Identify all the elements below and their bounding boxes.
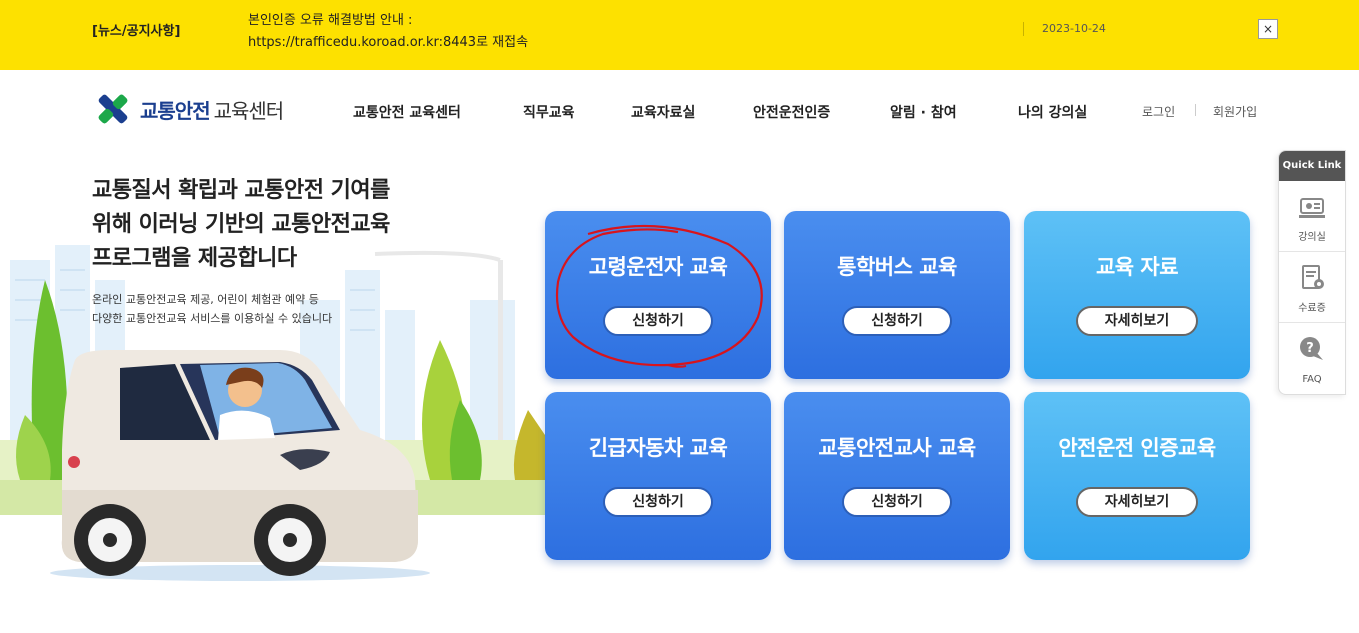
hero-title-line: 프로그램을 제공합니다: [92, 246, 297, 271]
card-senior-driver[interactable]: 고령운전자 교육 신청하기: [545, 211, 771, 379]
notice-category[interactable]: [뉴스/공지사항]: [92, 20, 180, 39]
card-safety-teacher[interactable]: 교통안전교사 교육 신청하기: [784, 392, 1010, 560]
nav-item-center[interactable]: 교통안전 교육센터: [353, 102, 461, 122]
apply-button[interactable]: 신청하기: [603, 306, 713, 336]
notice-date: 2023-10-24: [1042, 22, 1106, 35]
card-title: 교육 자료: [1095, 255, 1179, 279]
card-title: 교통안전교사 교육: [818, 436, 976, 460]
card-title: 고령운전자 교육: [588, 255, 728, 279]
svg-text:?: ?: [1306, 341, 1314, 356]
login-link[interactable]: 로그인: [1142, 103, 1175, 120]
signup-link[interactable]: 회원가입: [1213, 103, 1257, 120]
nav-item-materials[interactable]: 교육자료실: [631, 102, 695, 122]
quick-link-title: Quick Link: [1279, 151, 1345, 181]
quick-link-faq[interactable]: ? FAQ: [1279, 323, 1345, 394]
faq-icon: ?: [1300, 337, 1323, 360]
notice-line-2: https://trafficedu.koroad.or.kr:8443로 재접…: [248, 35, 529, 50]
site-logo[interactable]: 교통안전 교육센터: [92, 90, 285, 128]
hero-title: 교통질서 확립과 교통안전 기여를 위해 이러닝 기반의 교통안전교육 프로그램…: [92, 174, 452, 276]
card-safe-driving-cert[interactable]: 안전운전 인증교육 자세히보기: [1024, 392, 1250, 560]
notice-line-1: 본인인증 오류 해결방법 안내 :: [248, 13, 413, 28]
logo-text: 교육센터: [213, 98, 285, 123]
hero-subtitle: 온라인 교통안전교육 제공, 어린이 체험관 예약 등 다양한 교통안전교육 서…: [92, 290, 392, 328]
hero-sub-line: 온라인 교통안전교육 제공, 어린이 체험관 예약 등: [92, 293, 319, 306]
card-education-materials[interactable]: 교육 자료 자세히보기: [1024, 211, 1250, 379]
logo-mark-icon: [98, 94, 128, 124]
quick-link-classroom[interactable]: 강의실: [1279, 181, 1345, 252]
card-title: 통학버스 교육: [837, 255, 957, 279]
card-emergency-vehicle[interactable]: 긴급자동차 교육 신청하기: [545, 392, 771, 560]
notice-divider: [1023, 22, 1024, 36]
nav-item-safe-driving[interactable]: 안전운전인증: [753, 102, 830, 122]
card-title: 긴급자동차 교육: [588, 436, 728, 460]
quick-link-panel: Quick Link 강의실 수료증 ? FAQ: [1278, 150, 1346, 395]
nav-item-my-classroom[interactable]: 나의 강의실: [1018, 102, 1087, 122]
card-title: 안전운전 인증교육: [1058, 436, 1216, 460]
apply-button[interactable]: 신청하기: [842, 306, 952, 336]
util-divider: [1195, 104, 1196, 116]
nav-item-notice[interactable]: 알림 · 참여: [890, 102, 957, 122]
nav-item-job-education[interactable]: 직무교육: [523, 102, 575, 122]
classroom-icon: [1299, 198, 1325, 218]
quick-link-certificate[interactable]: 수료증: [1279, 252, 1345, 323]
hero-sub-line: 다양한 교통안전교육 서비스를 이용하실 수 있습니다: [92, 312, 333, 325]
quick-link-label: FAQ: [1302, 374, 1322, 385]
card-school-bus[interactable]: 통학버스 교육 신청하기: [784, 211, 1010, 379]
apply-button[interactable]: 신청하기: [603, 487, 713, 517]
logo-text-strong: 교통안전: [140, 98, 211, 123]
notice-message[interactable]: 본인인증 오류 해결방법 안내 : https://trafficedu.kor…: [248, 10, 528, 54]
hero-title-line: 교통질서 확립과 교통안전 기여를: [92, 178, 390, 203]
notice-close-button[interactable]: ×: [1258, 19, 1278, 39]
details-button[interactable]: 자세히보기: [1076, 487, 1198, 517]
quick-link-label: 강의실: [1298, 232, 1326, 243]
certificate-icon: [1302, 265, 1324, 289]
apply-button[interactable]: 신청하기: [842, 487, 952, 517]
hero-title-line: 위해 이러닝 기반의 교통안전교육: [92, 212, 390, 237]
notice-bar: [뉴스/공지사항] 본인인증 오류 해결방법 안내 : https://traf…: [0, 0, 1359, 70]
quick-link-label: 수료증: [1298, 303, 1326, 314]
details-button[interactable]: 자세히보기: [1076, 306, 1198, 336]
